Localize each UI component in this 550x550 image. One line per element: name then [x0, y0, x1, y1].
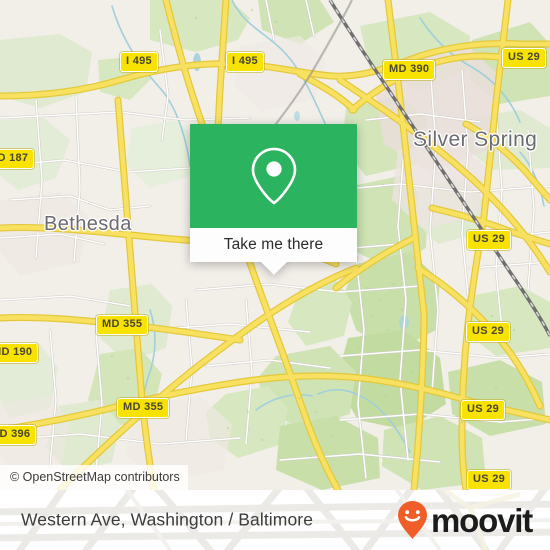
- moovit-wordmark: moovit: [431, 501, 533, 539]
- moovit-map-screenshot: Bethesda Silver Spring I 495 I 495 MD 39…: [0, 0, 550, 550]
- callout-action-panel[interactable]: Take me there: [190, 228, 357, 275]
- footer-bar: Western Ave, Washington / Baltimore moov…: [0, 490, 550, 550]
- road-shield-md390: MD 390: [383, 60, 436, 80]
- road-shield-i495-west: I 495: [120, 52, 158, 72]
- moovit-smiley-pin-icon: [398, 501, 428, 539]
- road-shield-us29-lower: US 29: [461, 400, 506, 420]
- take-me-there-label: Take me there: [223, 236, 324, 253]
- location-title: Western Ave, Washington / Baltimore: [21, 509, 314, 530]
- map-pin-icon: [251, 147, 296, 205]
- place-label-silver-spring: Silver Spring: [413, 128, 538, 151]
- place-label-bethesda: Bethesda: [44, 213, 132, 235]
- road-shield-md396: MD 396: [0, 425, 37, 445]
- map-canvas[interactable]: Bethesda Silver Spring I 495 I 495 MD 39…: [0, 0, 550, 490]
- moovit-brand[interactable]: moovit: [396, 500, 533, 540]
- road-shield-us29-top: US 29: [502, 48, 547, 68]
- road-shield-md190: MD 190: [0, 343, 39, 363]
- road-shield-md355-lower: MD 355: [117, 398, 170, 418]
- road-shield-md355-upper: MD 355: [96, 315, 149, 335]
- osm-attribution[interactable]: © OpenStreetMap contributors: [0, 464, 188, 490]
- callout-pin-panel: [190, 124, 357, 228]
- road-shield-us29-upper: US 29: [467, 230, 512, 250]
- road-shield-us29-bottom: US 29: [467, 470, 512, 490]
- road-shield-md187: MD 187: [0, 149, 35, 169]
- road-shield-i495-east: I 495: [226, 52, 264, 72]
- callout-tail: [260, 262, 287, 275]
- road-shield-us29-mid: US 29: [466, 322, 511, 342]
- take-me-there-callout[interactable]: Take me there: [190, 124, 357, 275]
